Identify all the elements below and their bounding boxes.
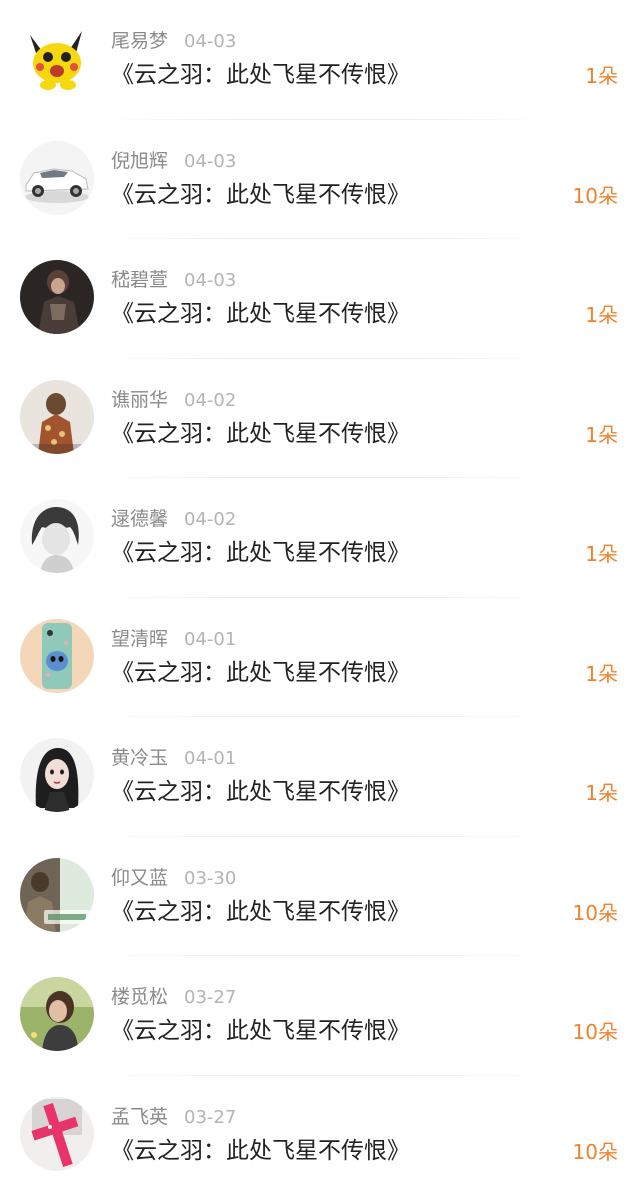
user-name: 仰又蓝 bbox=[111, 867, 168, 889]
gift-count: 1朵 bbox=[585, 420, 618, 450]
green-photo-avatar[interactable] bbox=[20, 858, 94, 932]
book-title: 《云之羽：此处飞星不传恨》 bbox=[111, 1135, 410, 1167]
gift-count: 1朵 bbox=[585, 539, 618, 569]
pink-cross-avatar[interactable] bbox=[20, 1097, 94, 1171]
book-title: 《云之羽：此处飞星不传恨》 bbox=[111, 179, 410, 211]
user-name: 黄冷玉 bbox=[111, 747, 168, 769]
list-item[interactable]: 孟飞英 03-27 《云之羽：此处飞星不传恨》 10朵 bbox=[0, 1076, 640, 1195]
book-title: 《云之羽：此处飞星不传恨》 bbox=[111, 776, 410, 808]
grass-girl-avatar[interactable] bbox=[20, 977, 94, 1051]
list-item[interactable]: 倪旭辉 04-03 《云之羽：此处飞星不传恨》 10朵 bbox=[0, 120, 640, 240]
book-title: 《云之羽：此处飞星不传恨》 bbox=[111, 1015, 410, 1047]
pikachu-avatar[interactable] bbox=[20, 21, 94, 95]
grayscale-girl-avatar[interactable] bbox=[20, 499, 94, 573]
gift-date: 04-03 bbox=[184, 270, 236, 291]
user-name: 谯丽华 bbox=[111, 389, 168, 411]
user-name: 嵇碧萱 bbox=[111, 269, 168, 291]
gift-count: 10朵 bbox=[573, 181, 618, 211]
user-name: 望清晖 bbox=[111, 628, 168, 650]
list-item[interactable]: 嵇碧萱 04-03 《云之羽：此处飞星不传恨》 1朵 bbox=[0, 239, 640, 359]
gift-count: 1朵 bbox=[585, 659, 618, 689]
gift-date: 03-27 bbox=[184, 1107, 236, 1128]
gift-count: 1朵 bbox=[585, 778, 618, 808]
gift-date: 04-01 bbox=[184, 629, 236, 650]
book-title: 《云之羽：此处飞星不传恨》 bbox=[111, 896, 410, 928]
dark-woman-avatar[interactable] bbox=[20, 260, 94, 334]
gift-date: 04-03 bbox=[184, 151, 236, 172]
user-name: 孟飞英 bbox=[111, 1106, 168, 1128]
gift-count: 1朵 bbox=[585, 61, 618, 91]
gift-date: 04-03 bbox=[184, 31, 236, 52]
gift-count: 10朵 bbox=[573, 1137, 618, 1167]
book-title: 《云之羽：此处飞星不传恨》 bbox=[111, 418, 410, 450]
anime-girl-avatar[interactable] bbox=[20, 738, 94, 812]
gift-date: 03-30 bbox=[184, 868, 236, 889]
list-item[interactable]: 楼觅松 03-27 《云之羽：此处飞星不传恨》 10朵 bbox=[0, 956, 640, 1076]
gift-count: 10朵 bbox=[573, 898, 618, 928]
gift-count: 10朵 bbox=[573, 1017, 618, 1047]
gift-count: 1朵 bbox=[585, 300, 618, 330]
gift-list: 尾易梦 04-03 《云之羽：此处飞星不传恨》 1朵 倪旭辉 04-03 《云之羽：… bbox=[0, 0, 640, 1195]
list-item[interactable]: 尾易梦 04-03 《云之羽：此处飞星不传恨》 1朵 bbox=[0, 0, 640, 120]
gift-date: 03-27 bbox=[184, 987, 236, 1008]
list-item[interactable]: 仰又蓝 03-30 《云之羽：此处飞星不传恨》 10朵 bbox=[0, 837, 640, 957]
girl-back-avatar[interactable] bbox=[20, 380, 94, 454]
gift-date: 04-01 bbox=[184, 748, 236, 769]
stitch-phone-avatar[interactable] bbox=[20, 619, 94, 693]
book-title: 《云之羽：此处飞星不传恨》 bbox=[111, 59, 410, 91]
user-name: 楼觅松 bbox=[111, 986, 168, 1008]
list-item[interactable]: 逯德馨 04-02 《云之羽：此处飞星不传恨》 1朵 bbox=[0, 478, 640, 598]
white-car-avatar[interactable] bbox=[20, 141, 94, 215]
book-title: 《云之羽：此处飞星不传恨》 bbox=[111, 657, 410, 689]
gift-date: 04-02 bbox=[184, 509, 236, 530]
book-title: 《云之羽：此处飞星不传恨》 bbox=[111, 298, 410, 330]
user-name: 倪旭辉 bbox=[111, 150, 168, 172]
book-title: 《云之羽：此处飞星不传恨》 bbox=[111, 537, 410, 569]
user-name: 逯德馨 bbox=[111, 508, 168, 530]
list-item[interactable]: 谯丽华 04-02 《云之羽：此处飞星不传恨》 1朵 bbox=[0, 359, 640, 479]
list-item[interactable]: 望清晖 04-01 《云之羽：此处飞星不传恨》 1朵 bbox=[0, 598, 640, 718]
list-item[interactable]: 黄冷玉 04-01 《云之羽：此处飞星不传恨》 1朵 bbox=[0, 717, 640, 837]
user-name: 尾易梦 bbox=[111, 30, 168, 52]
gift-date: 04-02 bbox=[184, 390, 236, 411]
